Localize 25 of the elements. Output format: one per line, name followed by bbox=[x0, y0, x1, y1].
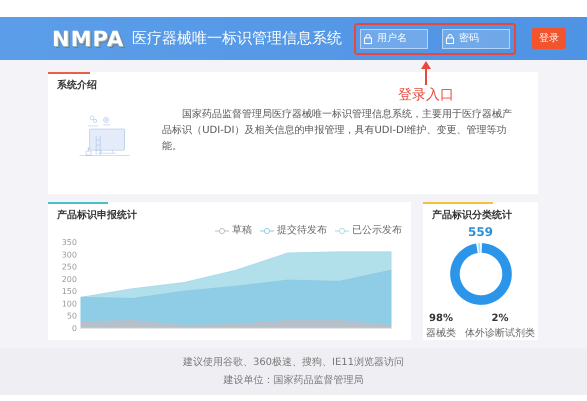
percent-value: 2% bbox=[492, 312, 508, 326]
footer-text: 建设单位：国家药品监督管理局 bbox=[224, 374, 364, 388]
card-title: 产品标识分类统计 bbox=[432, 208, 513, 223]
axis-tick-label: 250 bbox=[62, 262, 77, 272]
legend-label: 提交待发布 bbox=[277, 224, 327, 238]
intro-paragraph: 国家药品监督管理局医疗器械唯一标识管理信息系统，主要用于医疗器械产品标识（UDI-DI）及相关信息的申报管理，具有UDI-DI维护、变更、管理等功能。 bbox=[162, 108, 514, 154]
legend-label: 已公示发布 bbox=[352, 224, 402, 238]
category-label: 器械类 bbox=[426, 326, 456, 341]
axis-tick-label: 0 bbox=[72, 324, 77, 333]
system-title: 医疗器械唯一标识管理信息系统 bbox=[132, 28, 342, 50]
legend-label: 草稿 bbox=[232, 224, 252, 238]
category-label: 体外诊断试剂类 bbox=[465, 326, 535, 341]
annotation-text: 登录入口 bbox=[398, 86, 454, 105]
total-count: 559 bbox=[466, 224, 494, 241]
axis-tick-label: 50 bbox=[66, 312, 77, 321]
axis-tick-label: 100 bbox=[62, 299, 77, 308]
axis-tick-label: 150 bbox=[62, 287, 77, 296]
percent-value: 98% bbox=[429, 312, 453, 326]
axis-tick-label: 350 bbox=[62, 238, 77, 247]
card-title: 系统介绍 bbox=[57, 78, 98, 93]
logo: NMPA bbox=[52, 26, 124, 50]
axis-tick-label: 300 bbox=[62, 250, 77, 260]
footer-text: 建议使用谷歌、360极速、搜狗、IE11浏览器访问 bbox=[182, 356, 404, 370]
card-title: 产品标识申报统计 bbox=[57, 208, 138, 223]
axis-tick-label: 200 bbox=[62, 274, 77, 284]
